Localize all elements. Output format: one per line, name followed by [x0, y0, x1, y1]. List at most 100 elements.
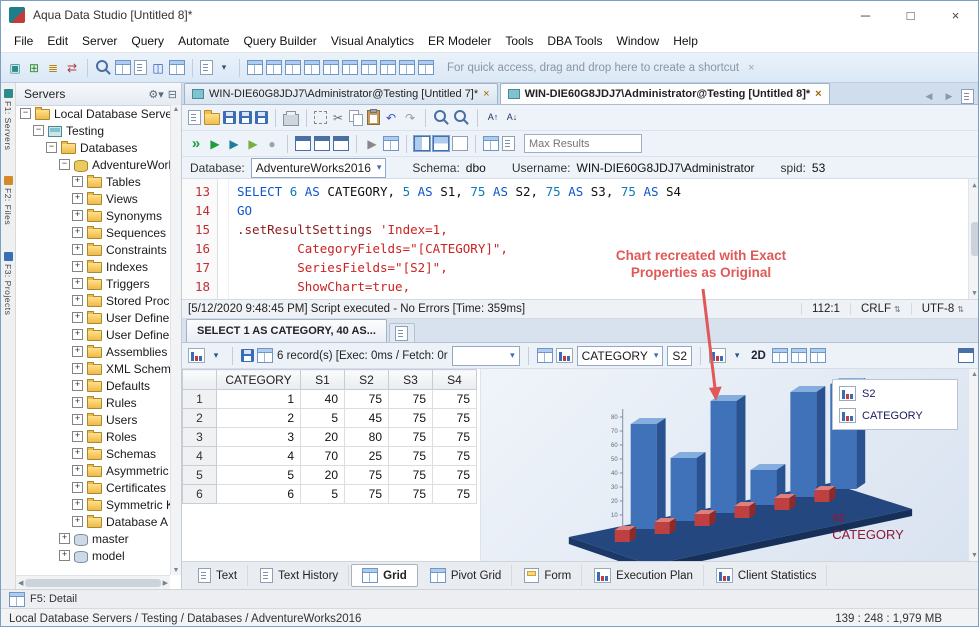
grid-column-header[interactable]: S4: [433, 370, 477, 390]
grid-cell[interactable]: 75: [345, 390, 389, 409]
grid-tool-10-icon[interactable]: [418, 60, 434, 75]
save-file-as-icon[interactable]: [239, 111, 252, 124]
expand-toggle-icon[interactable]: +: [72, 312, 83, 323]
expand-toggle-icon[interactable]: +: [72, 499, 83, 510]
grid-cell[interactable]: 75: [345, 466, 389, 485]
expand-toggle-icon[interactable]: +: [72, 380, 83, 391]
expand-toggle-icon[interactable]: +: [72, 431, 83, 442]
chart-type-dropdown-icon[interactable]: ▾: [208, 348, 224, 364]
close-tab-icon[interactable]: ×: [483, 88, 489, 100]
menu-window[interactable]: Window: [610, 31, 667, 51]
next-tab-icon[interactable]: ▶: [941, 88, 957, 104]
grid-cell[interactable]: 5: [301, 409, 345, 428]
menu-server[interactable]: Server: [75, 31, 124, 51]
layout-editor-left-icon[interactable]: [314, 136, 330, 151]
tree-node-sequences[interactable]: +Sequences: [16, 224, 170, 241]
scroll-up-icon[interactable]: ▲: [971, 371, 978, 378]
expand-toggle-icon[interactable]: −: [20, 108, 31, 119]
er-modeler-icon[interactable]: ◫: [150, 60, 166, 76]
scroll-down-icon[interactable]: ▼: [173, 567, 180, 574]
grid-cell[interactable]: 1: [217, 390, 301, 409]
servers-vertical-scrollbar[interactable]: ▲ ▼: [170, 105, 181, 575]
increase-font-icon[interactable]: A↑: [485, 110, 501, 126]
line-ending-selector[interactable]: CRLF⇅: [850, 303, 911, 315]
expand-toggle-icon[interactable]: +: [72, 346, 83, 357]
expand-toggle-icon[interactable]: −: [33, 125, 44, 136]
table-row[interactable]: 225457575: [183, 409, 477, 428]
expand-toggle-icon[interactable]: +: [72, 329, 83, 340]
grid-cell[interactable]: 75: [433, 447, 477, 466]
table-data-icon[interactable]: [169, 60, 185, 75]
panel-tab-f1-servers[interactable]: F1: Servers: [3, 89, 13, 150]
grid-cell[interactable]: 75: [433, 390, 477, 409]
tree-node-certificates[interactable]: +Certificates: [16, 479, 170, 496]
grid-cell[interactable]: 5: [301, 485, 345, 504]
scrollbar-thumb[interactable]: [971, 222, 979, 256]
cut-icon[interactable]: ✂: [330, 110, 346, 126]
row-header[interactable]: 2: [183, 409, 217, 428]
expand-toggle-icon[interactable]: +: [72, 482, 83, 493]
gear-icon[interactable]: ⚙▾: [148, 88, 163, 101]
results-vertical-scrollbar[interactable]: ▲ ▼: [968, 369, 979, 561]
tree-node-assemblies[interactable]: +Assemblies: [16, 343, 170, 360]
chart-legend-toggle-icon[interactable]: [810, 348, 826, 363]
maximize-results-icon[interactable]: [958, 348, 974, 363]
tree-node-users[interactable]: +Users: [16, 411, 170, 428]
chart-style-dropdown-icon[interactable]: ▾: [729, 348, 745, 364]
table-row[interactable]: 5520757575: [183, 466, 477, 485]
menu-tools[interactable]: Tools: [498, 31, 540, 51]
tree-node-tables[interactable]: +Tables: [16, 173, 170, 190]
tree-node-defaults[interactable]: +Defaults: [16, 377, 170, 394]
expand-toggle-icon[interactable]: +: [59, 533, 70, 544]
table-row[interactable]: 1140757575: [183, 390, 477, 409]
query-analyzer-icon[interactable]: [134, 60, 147, 75]
expand-toggle-icon[interactable]: +: [72, 448, 83, 459]
grid-cell[interactable]: 45: [345, 409, 389, 428]
tab-execution-plan[interactable]: Execution Plan: [584, 565, 704, 586]
grid-cell[interactable]: 70: [301, 447, 345, 466]
menu-er-modeler[interactable]: ER Modeler: [421, 31, 498, 51]
minimize-button[interactable]: ─: [843, 1, 888, 29]
expand-toggle-icon[interactable]: +: [72, 465, 83, 476]
tree-node-asymmetric[interactable]: +Asymmetric: [16, 462, 170, 479]
grid-cell[interactable]: 75: [389, 466, 433, 485]
results-chart[interactable]: 1020304050607080S2CATEGORY S2CATEGORY: [480, 369, 968, 561]
results-tab-stub[interactable]: [389, 323, 415, 342]
encoding-selector[interactable]: UTF-8⇅: [911, 303, 974, 315]
save-all-icon[interactable]: [255, 111, 268, 124]
schema-browser-icon[interactable]: [115, 60, 131, 75]
chart-wizard-icon[interactable]: [556, 348, 573, 363]
prev-tab-icon[interactable]: ◀: [921, 88, 937, 104]
table-row[interactable]: 3320807575: [183, 428, 477, 447]
save-file-icon[interactable]: [223, 111, 236, 124]
expand-toggle-icon[interactable]: +: [72, 176, 83, 187]
tab-list-icon[interactable]: [961, 89, 974, 104]
execute-icon[interactable]: ▶: [207, 136, 223, 152]
row-header[interactable]: 3: [183, 428, 217, 447]
tree-node-views[interactable]: +Views: [16, 190, 170, 207]
scroll-up-icon[interactable]: ▲: [972, 181, 976, 189]
register-server-icon[interactable]: ⊞: [26, 60, 42, 76]
layout-editor-top-icon[interactable]: [295, 136, 311, 151]
results-options-icon[interactable]: [257, 348, 273, 363]
grid-cell[interactable]: 75: [345, 485, 389, 504]
grid-tool-9-icon[interactable]: [399, 60, 415, 75]
grid-cell[interactable]: 25: [345, 447, 389, 466]
tree-node-local-database-servers[interactable]: −Local Database Servers: [16, 105, 170, 122]
tree-node-roles[interactable]: +Roles: [16, 428, 170, 445]
grid-cell[interactable]: 80: [345, 428, 389, 447]
transaction-log-icon[interactable]: [502, 136, 515, 151]
unsplit-tab-icon[interactable]: [452, 136, 468, 151]
hint-close-icon[interactable]: ×: [748, 62, 754, 74]
tree-node-constraints[interactable]: +Constraints: [16, 241, 170, 258]
execute-edit-icon[interactable]: ▶: [245, 136, 261, 152]
grid-cell[interactable]: 75: [433, 409, 477, 428]
grid-tool-6-icon[interactable]: [342, 60, 358, 75]
category-field-combo[interactable]: CATEGORY ▾: [577, 346, 664, 366]
chart-style-icon[interactable]: [709, 348, 726, 363]
tree-node-schemas[interactable]: +Schemas: [16, 445, 170, 462]
table-row[interactable]: 4470257575: [183, 447, 477, 466]
tab-pivot-grid[interactable]: Pivot Grid: [420, 565, 513, 586]
grid-cell[interactable]: 75: [389, 447, 433, 466]
grid-tool-5-icon[interactable]: [323, 60, 339, 75]
